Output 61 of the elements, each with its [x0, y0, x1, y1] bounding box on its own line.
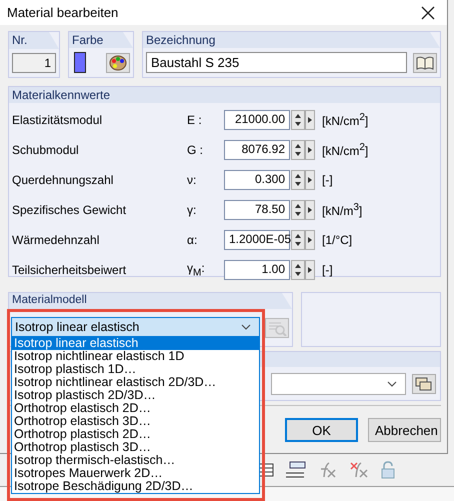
- spin-buttons-icon[interactable]: [291, 200, 315, 220]
- dropdown-option[interactable]: Orthotrop plastisch 3D…: [12, 441, 259, 454]
- property-symbol: α:: [187, 233, 198, 247]
- dialog-button[interactable]: OK: [285, 418, 358, 442]
- dropdown-option[interactable]: Isotrop nichtlinear elastisch 2D/3D…: [12, 376, 259, 389]
- window-title: Material bearbeiten: [7, 5, 118, 20]
- spin-buttons-icon[interactable]: [291, 260, 315, 280]
- dropdown-option[interactable]: Orthotrop elastisch 2D…: [12, 402, 259, 415]
- dropdown-option[interactable]: Isotrope Beschädigung 2D/3D…: [12, 480, 259, 493]
- value-field[interactable]: 78.50: [224, 200, 290, 220]
- value-field[interactable]: 1.00: [224, 260, 290, 280]
- material-model-dropdown[interactable]: Isotrop linear elastisch: [11, 317, 260, 337]
- property-label: Querdehnungszahl: [12, 173, 114, 187]
- value-field[interactable]: 1.2000E-05: [224, 230, 290, 250]
- property-symbol: E :: [187, 113, 203, 127]
- dropdown-option[interactable]: Isotrop plastisch 1D…: [12, 363, 259, 376]
- unit-label: [-]: [322, 263, 333, 277]
- chevron-icon: [387, 380, 397, 386]
- number-field: 1: [12, 53, 56, 73]
- spin-buttons-icon[interactable]: [291, 230, 315, 250]
- property-label: Teilsicherheitsbeiwert: [12, 263, 128, 277]
- unit-label: [kN/cm$^{2}$]: [322, 112, 368, 128]
- name-field[interactable]: Baustahl S 235: [146, 52, 407, 73]
- value-field[interactable]: 0.300: [224, 170, 290, 190]
- group-label: Materialmodell: [9, 293, 292, 309]
- windows-button[interactable]: [412, 374, 436, 394]
- group-label: Nr.: [9, 32, 59, 49]
- property-symbol: γ$_{M}$:: [187, 261, 206, 279]
- dropdown-option[interactable]: Isotropes Mauerwerk 2D…: [12, 467, 259, 480]
- dropdown-option[interactable]: Orthotrop elastisch 3D…: [12, 415, 259, 428]
- property-symbol: γ:: [187, 203, 198, 217]
- dropdown-option[interactable]: Isotrop thermisch-elastisch…: [12, 454, 259, 467]
- dropdown-option[interactable]: Isotrop plastisch 2D/3D…: [12, 389, 259, 402]
- property-label: Schubmodul: [12, 143, 80, 157]
- spin-buttons-icon[interactable]: [291, 140, 315, 160]
- delete-function-icon[interactable]: [348, 461, 370, 479]
- chevron-icon: [241, 324, 251, 330]
- dialog-button[interactable]: Abbrechen: [368, 418, 441, 442]
- group-label: Farbe: [69, 32, 133, 48]
- value-field[interactable]: 21000.00: [224, 110, 290, 130]
- palette-button[interactable]: [106, 52, 130, 72]
- group-label: Materialkennwerte: [9, 87, 440, 103]
- value-field[interactable]: 8076.92: [224, 140, 290, 160]
- spin-buttons-icon[interactable]: [291, 110, 315, 130]
- property-symbol: G :: [187, 143, 204, 157]
- unit-label: [1/°C]: [322, 233, 352, 247]
- dropdown-option[interactable]: Isotrop linear elastisch: [12, 337, 259, 350]
- property-symbol: ν:: [187, 173, 198, 187]
- spin-buttons-icon[interactable]: [291, 170, 315, 190]
- property-label: Wärmedehnzahl: [12, 233, 100, 247]
- unit-label: [-]: [322, 173, 333, 187]
- group-label: Bezeichnung: [143, 32, 440, 48]
- close-icon[interactable]: [421, 6, 435, 20]
- dropdown-field[interactable]: [271, 372, 406, 394]
- library-button[interactable]: [413, 52, 437, 72]
- unit-label: [kN/cm$^{2}$]: [322, 142, 368, 158]
- property-label: Elastizitätsmodul: [12, 113, 104, 127]
- text-field-icon[interactable]: [284, 461, 306, 479]
- dropdown-option[interactable]: Orthotrop plastisch 2D…: [12, 428, 259, 441]
- property-label: Spezifisches Gewicht: [12, 203, 128, 217]
- unit-label: [kN/m$^{3}$]: [322, 202, 362, 218]
